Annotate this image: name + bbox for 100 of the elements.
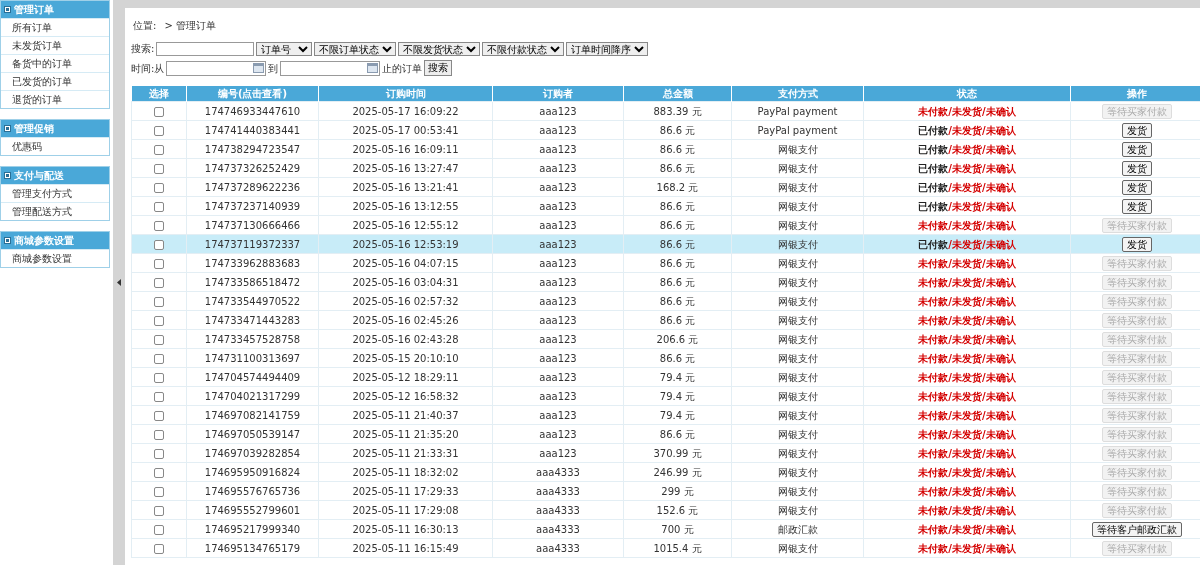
row-checkbox[interactable] — [154, 258, 164, 269]
buyer-name: aaa123 — [539, 371, 577, 383]
payment-method: 网银支付 — [777, 447, 818, 459]
row-checkbox[interactable] — [154, 106, 164, 117]
date-field[interactable] — [280, 60, 381, 76]
filter-select[interactable]: 订单时间降序 — [566, 41, 649, 56]
row-checkbox[interactable] — [154, 220, 164, 231]
buyer-name: aaa123 — [539, 314, 577, 326]
suffix-label: 止的订单 — [382, 61, 423, 76]
search-button[interactable]: 搜索 — [424, 60, 453, 76]
row-checkbox[interactable] — [154, 505, 164, 516]
row-checkbox[interactable] — [154, 277, 164, 288]
action-button[interactable]: 发货 — [1122, 179, 1152, 195]
action-button[interactable]: 发货 — [1122, 122, 1152, 138]
order-time: 2025-05-17 16:09:22 — [352, 105, 459, 117]
order-row[interactable]: 174695217999340 2025-05-11 16:30:13 aaa4333 700 元 邮政汇款 未付款/未发货/未确认 等待客户邮政汇款 — [131, 519, 1200, 539]
order-row[interactable]: 174737326252429 2025-05-16 13:27:47 aaa123 86.6 元 网银支付 已付款/未发货/未确认 发货 — [131, 158, 1200, 178]
row-checkbox[interactable] — [154, 486, 164, 497]
sidebar-item[interactable]: 商城参数设置 — [1, 249, 109, 267]
row-checkbox[interactable] — [154, 429, 164, 440]
row-checkbox[interactable] — [154, 125, 164, 136]
total-amount: 883.39 元 — [653, 105, 702, 117]
filter-select[interactable]: 不限发货状态 — [398, 41, 481, 56]
order-row[interactable]: 174737119372337 2025-05-16 12:53:19 aaa123 86.6 元 网银支付 已付款/未发货/未确认 发货 — [131, 234, 1200, 254]
sidebar-item[interactable]: 备货中的订单 — [1, 54, 109, 72]
total-amount: 86.6 元 — [659, 219, 696, 231]
payment-method: 网银支付 — [777, 219, 818, 231]
order-status: 未付款/未发货/未确认 — [918, 504, 1016, 516]
row-checkbox[interactable] — [154, 163, 164, 174]
total-amount: 86.6 元 — [659, 428, 696, 440]
row-checkbox[interactable] — [154, 296, 164, 307]
row-checkbox[interactable] — [154, 372, 164, 383]
buyer-name: aaa123 — [539, 105, 577, 117]
date-field[interactable] — [166, 60, 267, 76]
order-time: 2025-05-11 17:29:08 — [352, 504, 459, 516]
buyer-name: aaa123 — [539, 333, 577, 345]
collapse-arrow-icon[interactable] — [117, 279, 121, 286]
sidebar-item[interactable]: 管理配送方式 — [1, 202, 109, 220]
action-button[interactable]: 发货 — [1122, 236, 1152, 252]
total-amount: 168.2 元 — [656, 181, 699, 193]
order-status: 未付款/未发货/未确认 — [918, 409, 1016, 421]
collapse-box-icon — [4, 125, 11, 132]
payment-method: 网银支付 — [777, 371, 818, 383]
payment-method: PayPal payment — [757, 105, 838, 117]
sidebar-item[interactable]: 所有订单 — [1, 18, 109, 36]
column-header: 操作 — [1070, 86, 1200, 102]
total-amount: 700 元 — [661, 523, 694, 535]
row-checkbox[interactable] — [154, 144, 164, 155]
row-checkbox[interactable] — [154, 201, 164, 212]
row-checkbox[interactable] — [154, 182, 164, 193]
action-button[interactable]: 等待客户邮政汇款 — [1092, 521, 1182, 537]
calendar-icon[interactable] — [253, 63, 265, 73]
filter-select[interactable]: 订单号 — [256, 41, 313, 56]
order-time: 2025-05-16 16:09:11 — [352, 143, 459, 155]
column-header: 订购者 — [492, 86, 624, 102]
buyer-name: aaa123 — [539, 219, 577, 231]
total-amount: 86.6 元 — [659, 200, 696, 212]
order-time: 2025-05-11 18:32:02 — [352, 466, 459, 478]
row-checkbox[interactable] — [154, 239, 164, 250]
row-checkbox[interactable] — [154, 410, 164, 421]
total-amount: 152.6 元 — [656, 504, 699, 516]
sidebar-item[interactable]: 优惠码 — [1, 137, 109, 155]
sidebar-item[interactable]: 未发货订单 — [1, 36, 109, 54]
action-button[interactable]: 发货 — [1122, 198, 1152, 214]
action-button[interactable]: 发货 — [1122, 160, 1152, 176]
row-checkbox[interactable] — [154, 315, 164, 326]
breadcrumb-label: 位置: — [133, 19, 157, 33]
order-status: 未付款/未发货/未确认 — [918, 295, 1016, 307]
payment-method: PayPal payment — [757, 124, 838, 136]
breadcrumb-path: > 管理订单 — [164, 19, 216, 33]
order-time: 2025-05-11 21:35:20 — [352, 428, 459, 440]
payment-method: 网银支付 — [777, 390, 818, 402]
order-row[interactable]: 174741440383441 2025-05-17 00:53:41 aaa123 86.6 元 PayPal payment 已付款/未发货/未确认 发货 — [131, 120, 1200, 140]
order-row[interactable]: 174737237140939 2025-05-16 13:12:55 aaa123 86.6 元 网银支付 已付款/未发货/未确认 发货 — [131, 196, 1200, 216]
total-amount: 86.6 元 — [659, 295, 696, 307]
sidebar-item[interactable]: 退货的订单 — [1, 90, 109, 108]
order-row[interactable]: 174738294723547 2025-05-16 16:09:11 aaa123 86.6 元 网银支付 已付款/未发货/未确认 发货 — [131, 139, 1200, 159]
search-field[interactable] — [156, 41, 255, 56]
filter-select[interactable]: 不限付款状态 — [482, 41, 565, 56]
row-checkbox[interactable] — [154, 391, 164, 402]
row-checkbox[interactable] — [154, 334, 164, 345]
row-checkbox[interactable] — [154, 448, 164, 459]
total-amount: 79.4 元 — [659, 409, 696, 421]
sidebar-item[interactable]: 已发货的订单 — [1, 72, 109, 90]
filter-select[interactable]: 不限订单状态 — [314, 41, 397, 56]
row-checkbox[interactable] — [154, 524, 164, 535]
order-status: 未付款/未发货/未确认 — [918, 371, 1016, 383]
order-status: 已付款/未发货/未确认 — [918, 143, 1016, 155]
order-time: 2025-05-12 16:58:32 — [352, 390, 459, 402]
sidebar-item[interactable]: 管理支付方式 — [1, 184, 109, 202]
total-amount: 86.6 元 — [659, 238, 696, 250]
row-checkbox[interactable] — [154, 467, 164, 478]
order-row[interactable]: 174737289622236 2025-05-16 13:21:41 aaa123 168.2 元 网银支付 已付款/未发货/未确认 发货 — [131, 177, 1200, 197]
row-checkbox[interactable] — [154, 543, 164, 554]
order-status: 未付款/未发货/未确认 — [918, 390, 1016, 402]
calendar-icon[interactable] — [367, 63, 379, 73]
order-status: 未付款/未发货/未确认 — [918, 466, 1016, 478]
total-amount: 206.6 元 — [656, 333, 699, 345]
action-button[interactable]: 发货 — [1122, 141, 1152, 157]
row-checkbox[interactable] — [154, 353, 164, 364]
